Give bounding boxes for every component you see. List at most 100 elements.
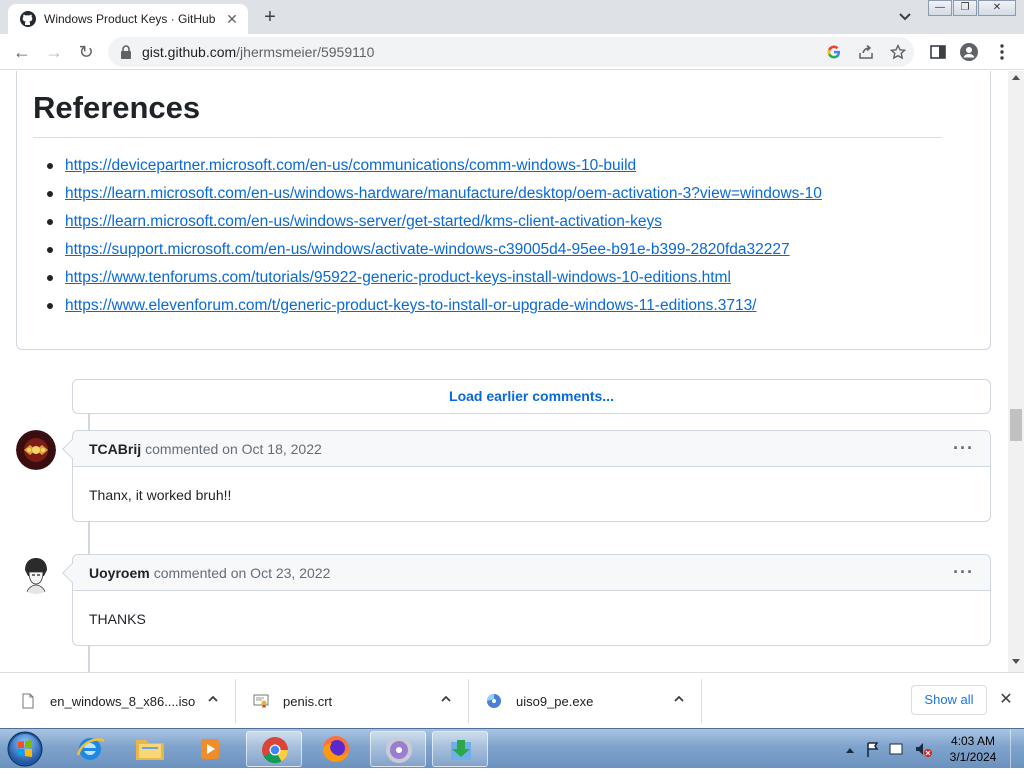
- url-text[interactable]: gist.github.com/jhermsmeier/5959110: [142, 44, 374, 60]
- clock-date: 3/1/2024: [949, 750, 997, 764]
- url-path: /jhermsmeier/5959110: [236, 44, 375, 60]
- comment-date[interactable]: commented on Oct 18, 2022: [145, 441, 322, 457]
- folder-icon: [136, 740, 164, 760]
- download-item[interactable]: uiso9_pe.exe: [470, 679, 702, 723]
- file-icon: [22, 693, 34, 709]
- list-item: https://www.elevenforum.com/t/generic-pr…: [47, 295, 822, 323]
- list-item: https://www.tenforums.com/tutorials/9592…: [47, 267, 822, 295]
- download-filename: en_windows_8_x86....iso: [50, 693, 196, 709]
- scroll-up-arrow-icon[interactable]: [1012, 75, 1020, 80]
- taskbar-disc-app[interactable]: [370, 731, 426, 767]
- list-item: https://devicepartner.microsoft.com/en-u…: [47, 155, 822, 183]
- comment-author[interactable]: TCABrij: [89, 441, 141, 457]
- action-center-flag-icon[interactable]: [867, 742, 879, 757]
- reload-icon[interactable]: ↻: [75, 41, 97, 63]
- references-list: https://devicepartner.microsoft.com/en-u…: [47, 155, 822, 323]
- google-icon[interactable]: [826, 44, 842, 60]
- address-bar[interactable]: gist.github.com/jhermsmeier/5959110: [108, 37, 914, 67]
- page-scrollbar[interactable]: [1008, 71, 1024, 672]
- clock-time: 4:03 AM: [950, 734, 996, 748]
- reference-link[interactable]: https://support.microsoft.com/en-us/wind…: [65, 241, 790, 258]
- comment-menu-icon[interactable]: ···: [953, 438, 974, 459]
- download-filename: uiso9_pe.exe: [516, 693, 594, 709]
- windows-start-orb-icon[interactable]: [4, 730, 46, 768]
- kebab-menu-icon[interactable]: [993, 43, 1011, 61]
- network-icon[interactable]: [889, 743, 903, 755]
- download-filename: penis.crt: [283, 693, 333, 709]
- download-item[interactable]: penis.crt: [237, 679, 469, 723]
- comment-header: TCABrij commented on Oct 18, 2022 ···: [73, 431, 990, 467]
- comment-body: Thanx, it worked bruh!!: [89, 487, 232, 503]
- chrome-icon: [262, 737, 289, 764]
- reference-link[interactable]: https://www.elevenforum.com/t/generic-pr…: [65, 297, 757, 314]
- chevron-up-icon[interactable]: [207, 693, 219, 705]
- list-item: https://learn.microsoft.com/en-us/window…: [47, 183, 822, 211]
- taskbar-file-explorer[interactable]: [122, 731, 178, 767]
- scrollbar-thumb[interactable]: [1010, 409, 1022, 441]
- reference-link[interactable]: https://devicepartner.microsoft.com/en-u…: [65, 157, 636, 174]
- comment-card: TCABrij commented on Oct 18, 2022 ··· Th…: [62, 430, 991, 522]
- restore-window-icon[interactable]: ❐: [953, 0, 977, 16]
- side-panel-icon[interactable]: [929, 43, 947, 61]
- tab-search-chevron-icon[interactable]: [896, 9, 914, 25]
- list-item: https://support.microsoft.com/en-us/wind…: [47, 239, 822, 267]
- downloads-bar: en_windows_8_x86....iso penis.crt uiso9_…: [0, 672, 1024, 728]
- media-player-icon: [201, 739, 219, 759]
- profile-avatar-icon[interactable]: [960, 43, 978, 61]
- github-icon: [20, 11, 36, 27]
- scroll-down-arrow-icon[interactable]: [1012, 659, 1020, 664]
- heading-divider: [33, 137, 942, 138]
- list-item: https://learn.microsoft.com/en-us/window…: [47, 211, 822, 239]
- comment-card: Uoyroem commented on Oct 23, 2022 ··· TH…: [62, 554, 991, 646]
- taskbar-chrome[interactable]: [246, 731, 302, 767]
- show-desktop-button[interactable]: [1010, 729, 1024, 769]
- comment-header: Uoyroem commented on Oct 23, 2022 ···: [73, 555, 990, 591]
- tray-icons: [846, 742, 932, 757]
- internet-explorer-icon: [76, 738, 105, 760]
- chevron-up-icon[interactable]: [673, 693, 685, 705]
- browser-toolbar: ← → ↻ gist.github.com/jhermsmeier/595911…: [0, 34, 1024, 70]
- avatar-tcabrij-icon: [16, 430, 56, 470]
- show-hidden-icons-icon[interactable]: [846, 748, 854, 753]
- taskbar-firefox[interactable]: [308, 731, 364, 767]
- volume-icon[interactable]: [916, 743, 923, 755]
- forward-arrow-icon[interactable]: →: [43, 41, 65, 63]
- url-domain: gist.github.com: [142, 44, 237, 60]
- tab-title: Windows Product Keys · GitHub: [44, 12, 216, 26]
- taskbar-media-player[interactable]: [182, 731, 238, 767]
- new-tab-icon[interactable]: +: [259, 6, 281, 28]
- avatar[interactable]: [16, 554, 56, 594]
- browser-tab[interactable]: Windows Product Keys · GitHub ✕: [8, 4, 248, 34]
- download-item[interactable]: en_windows_8_x86....iso: [4, 679, 236, 723]
- system-tray: [842, 729, 938, 769]
- comment-author[interactable]: Uoyroem: [89, 565, 150, 581]
- lock-icon[interactable]: [120, 45, 132, 59]
- reference-link[interactable]: https://www.tenforums.com/tutorials/9592…: [65, 269, 731, 286]
- bookmark-star-icon[interactable]: [890, 44, 906, 60]
- firefox-icon: [323, 736, 349, 762]
- certificate-icon: [253, 694, 269, 708]
- avatar[interactable]: [16, 430, 56, 470]
- disc-icon: [386, 737, 412, 763]
- minimize-window-icon[interactable]: —: [928, 0, 952, 16]
- tab-strip: Windows Product Keys · GitHub ✕ + — ❐ ✕: [0, 0, 1024, 34]
- load-earlier-comments-button[interactable]: Load earlier comments...: [72, 379, 991, 414]
- taskbar-installer[interactable]: [432, 731, 488, 767]
- show-all-downloads-button[interactable]: Show all: [911, 685, 987, 715]
- references-heading: References: [33, 90, 201, 125]
- taskbar-clock[interactable]: 4:03 AM 3/1/2024: [942, 733, 1004, 765]
- taskbar-internet-explorer[interactable]: [62, 731, 118, 767]
- share-icon[interactable]: [858, 44, 874, 60]
- reference-link[interactable]: https://learn.microsoft.com/en-us/window…: [65, 213, 662, 230]
- close-downloads-bar-icon[interactable]: ✕: [998, 692, 1014, 708]
- close-window-icon[interactable]: ✕: [978, 0, 1016, 16]
- tab-close-icon[interactable]: ✕: [224, 11, 240, 27]
- comment-menu-icon[interactable]: ···: [953, 562, 974, 583]
- reference-link[interactable]: https://learn.microsoft.com/en-us/window…: [65, 185, 822, 202]
- chevron-up-icon[interactable]: [440, 693, 452, 705]
- comment-body: THANKS: [89, 611, 146, 627]
- back-arrow-icon[interactable]: ←: [11, 41, 33, 63]
- page-viewport: References https://devicepartner.microso…: [0, 71, 1008, 672]
- avatar-uoyroem-icon: [16, 554, 56, 594]
- comment-date[interactable]: commented on Oct 23, 2022: [154, 565, 331, 581]
